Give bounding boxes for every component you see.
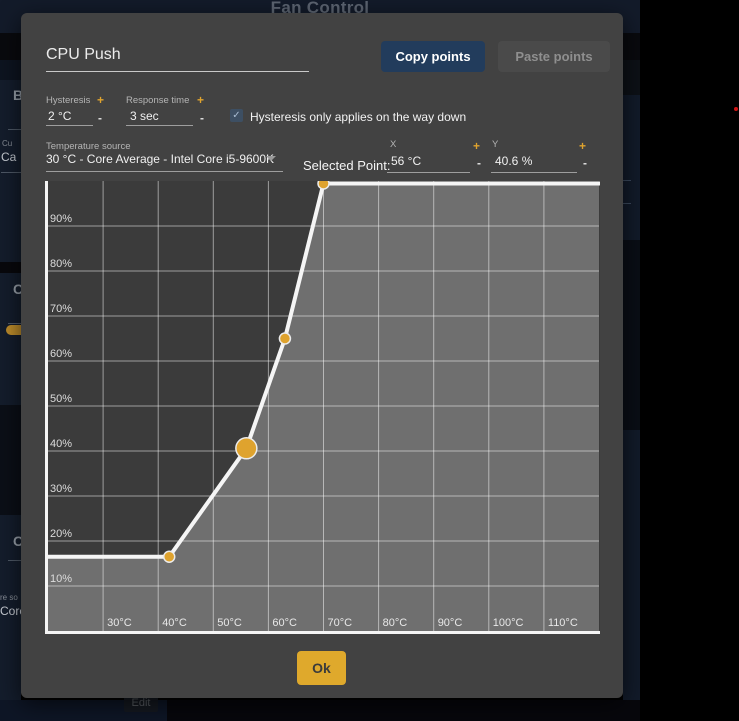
curve-editor-dialog: Copy points Paste points Hysteresis + 2 …	[21, 13, 623, 698]
point-x-decrement-button[interactable]: -	[477, 156, 481, 170]
svg-text:20%: 20%	[50, 528, 72, 540]
response-time-underline	[126, 125, 193, 126]
response-time-decrement-button[interactable]: -	[200, 111, 204, 125]
svg-text:80°C: 80°C	[383, 617, 408, 629]
bg-divider	[8, 129, 21, 130]
hysteresis-way-down-label: Hysteresis only applies on the way down	[250, 110, 466, 124]
svg-text:10%: 10%	[50, 573, 72, 585]
svg-text:90°C: 90°C	[438, 617, 463, 629]
bg-card-1: Ba Cu Ca	[0, 80, 21, 262]
response-time-value[interactable]: 3 sec	[130, 109, 159, 123]
bg-divider	[623, 180, 631, 181]
bg-bottom-right	[167, 700, 640, 721]
svg-text:60%: 60%	[50, 348, 72, 360]
point-x-value[interactable]: 56 °C	[391, 154, 421, 168]
bg-card-3: Cl re so Core	[0, 515, 21, 721]
fan-curve-chart[interactable]: 10% 20% 30% 40% 50% 60% 70% 80% 90% 30°C 40°C 50°C 6…	[45, 181, 600, 634]
svg-text:60°C: 60°C	[272, 617, 297, 629]
paste-points-button[interactable]: Paste points	[498, 41, 610, 72]
curve-name-input[interactable]	[46, 46, 309, 72]
bg-source-label-fragment: re so	[0, 593, 18, 602]
hysteresis-label: Hysteresis	[46, 95, 90, 106]
screen: Fan Control Ba Cu Ca Cl Cl re so Core	[0, 0, 739, 721]
bg-divider	[8, 560, 21, 561]
bg-gap	[0, 405, 21, 515]
point-y-decrement-button[interactable]: -	[583, 156, 587, 170]
response-time-increment-button[interactable]: +	[197, 93, 204, 107]
selected-point-label: Selected Point:	[303, 158, 390, 173]
temperature-source-label: Temperature source	[46, 141, 130, 152]
chevron-down-icon[interactable]	[266, 156, 276, 161]
background-right-sliver	[623, 60, 640, 721]
hysteresis-decrement-button[interactable]: -	[98, 111, 102, 125]
hysteresis-increment-button[interactable]: +	[97, 93, 104, 107]
background-left-strip: Ba Cu Ca Cl Cl re so Core	[0, 60, 21, 721]
bg-card1-title: Ba	[13, 87, 21, 103]
bg-card-right-2	[623, 430, 640, 700]
svg-text:40°C: 40°C	[162, 617, 187, 629]
cursor-artifact-dot	[734, 107, 738, 111]
bg-divider	[8, 323, 21, 324]
svg-text:50°C: 50°C	[217, 617, 242, 629]
point-y-increment-button[interactable]: +	[579, 139, 586, 153]
svg-text:100°C: 100°C	[493, 617, 524, 629]
point-x-underline	[387, 172, 470, 173]
svg-text:80%: 80%	[50, 258, 72, 270]
hysteresis-way-down-checkbox[interactable]: ✓	[230, 109, 243, 122]
bg-card1-sub-value: Ca	[1, 150, 16, 164]
svg-text:40%: 40%	[50, 438, 72, 450]
svg-text:70°C: 70°C	[328, 617, 353, 629]
svg-text:110°C: 110°C	[548, 617, 578, 629]
bg-gap	[623, 60, 640, 95]
ok-button[interactable]: Ok	[297, 651, 346, 685]
bg-divider	[623, 203, 631, 204]
point-x-label: X	[390, 139, 396, 150]
svg-text:90%: 90%	[50, 213, 72, 225]
bg-card3-title: Cl	[13, 533, 21, 549]
temperature-source-underline	[46, 171, 283, 172]
temperature-source-value[interactable]: 30 °C - Core Average - Intel Core i5-960…	[46, 152, 274, 166]
point-y-value[interactable]: 40.6 %	[495, 154, 532, 168]
bg-card-right-1	[623, 95, 640, 240]
bg-gap	[0, 60, 21, 80]
point-x-increment-button[interactable]: +	[473, 139, 480, 153]
bg-divider	[1, 172, 21, 173]
svg-text:50%: 50%	[50, 393, 72, 405]
bg-card-2: Cl	[0, 273, 21, 405]
copy-points-button[interactable]: Copy points	[381, 41, 485, 72]
point-y-label: Y	[492, 139, 498, 150]
checkbox-check-icon: ✓	[232, 110, 240, 121]
bg-gap	[623, 240, 640, 430]
svg-text:30°C: 30°C	[107, 617, 132, 629]
response-time-label: Response time	[126, 95, 189, 106]
hysteresis-underline	[46, 125, 93, 126]
point-y-underline	[491, 172, 577, 173]
bg-card2-title: Cl	[13, 281, 21, 297]
bg-gap	[0, 262, 21, 273]
bg-toggle-pill	[6, 325, 21, 335]
bg-source-value-fragment: Core	[0, 604, 21, 618]
bg-card1-sub-small: Cu	[2, 139, 12, 148]
svg-text:30%: 30%	[50, 483, 72, 495]
hysteresis-value[interactable]: 2 °C	[48, 109, 71, 123]
svg-text:70%: 70%	[50, 303, 72, 315]
